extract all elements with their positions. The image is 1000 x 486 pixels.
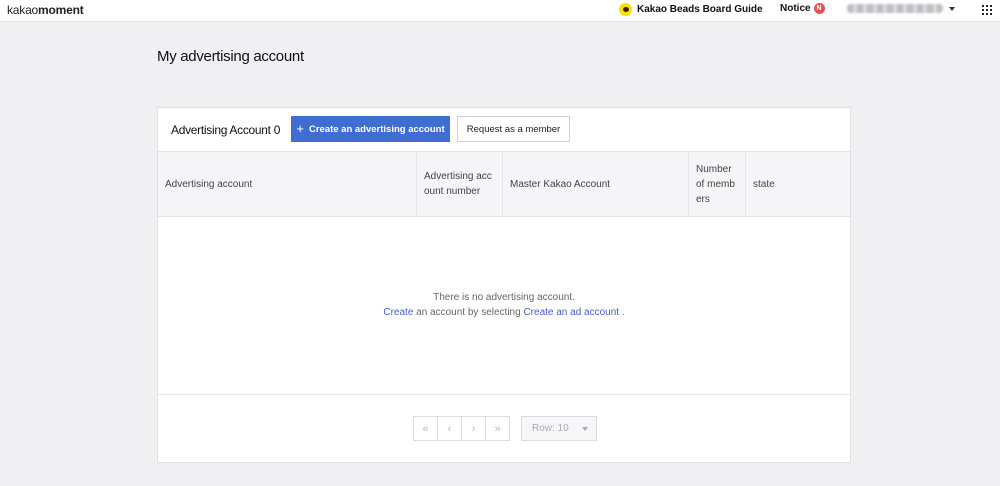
- rows-per-page-select[interactable]: Row: 10: [521, 416, 597, 441]
- column-header-account-number: Advertising acc ount number: [416, 152, 502, 216]
- grid-apps-icon[interactable]: [982, 5, 992, 15]
- create-link[interactable]: Create: [383, 307, 413, 318]
- beads-board-guide-link[interactable]: Kakao Beads Board Guide: [619, 3, 763, 16]
- pagination: « ‹ › »: [413, 416, 510, 441]
- advertising-account-count-title: Advertising Account 0: [171, 123, 281, 137]
- empty-state-message: There is no advertising account.: [433, 292, 575, 303]
- rows-per-page-value: Row: 10: [532, 423, 569, 434]
- user-account-menu[interactable]: [847, 4, 955, 13]
- create-advertising-account-button[interactable]: + Create an advertising account: [291, 116, 450, 142]
- next-page-button[interactable]: ›: [461, 416, 486, 441]
- notice-link[interactable]: Notice N: [780, 3, 825, 14]
- top-navigation-bar: kakaomoment Kakao Beads Board Guide Noti…: [0, 0, 1000, 22]
- blurred-user-email: [847, 4, 943, 13]
- column-header-master-kakao-account: Master Kakao Account: [502, 152, 688, 216]
- card-header: Advertising Account 0 + Create an advert…: [158, 108, 850, 151]
- previous-page-button[interactable]: ‹: [437, 416, 462, 441]
- guide-label: Kakao Beads Board Guide: [637, 4, 763, 15]
- column-header-number-of-members: Number of memb ers: [688, 152, 745, 216]
- card-footer: « ‹ › » Row: 10: [158, 394, 850, 462]
- create-ad-account-link[interactable]: Create an ad account: [523, 307, 619, 318]
- chevron-down-icon: [582, 427, 588, 431]
- logo-text-bold: moment: [38, 3, 84, 17]
- kakao-moment-logo[interactable]: kakaomoment: [7, 3, 84, 17]
- column-header-state: state: [745, 152, 850, 216]
- page-title: My advertising account: [157, 48, 304, 65]
- first-page-button[interactable]: «: [413, 416, 438, 441]
- empty-state: There is no advertising account. Create …: [158, 217, 850, 394]
- kakao-talk-icon: [619, 3, 632, 16]
- hint-end-text: .: [619, 307, 625, 318]
- table-header: Advertising account Advertising acc ount…: [158, 151, 850, 217]
- plus-icon: +: [296, 120, 304, 136]
- notice-label: Notice: [780, 3, 811, 14]
- new-badge: N: [813, 3, 825, 14]
- empty-state-hint: Create an account by selecting Create an…: [158, 307, 850, 318]
- column-header-advertising-account: Advertising account: [165, 178, 253, 190]
- logo-text-light: kakao: [7, 3, 39, 17]
- create-button-label: Create an advertising account: [308, 123, 445, 135]
- hint-middle-text: an account by selecting: [413, 307, 524, 318]
- advertising-account-card: Advertising Account 0 + Create an advert…: [157, 107, 851, 463]
- last-page-button[interactable]: »: [485, 416, 510, 441]
- request-as-member-button[interactable]: Request as a member: [457, 116, 570, 142]
- caret-down-icon: [949, 6, 955, 11]
